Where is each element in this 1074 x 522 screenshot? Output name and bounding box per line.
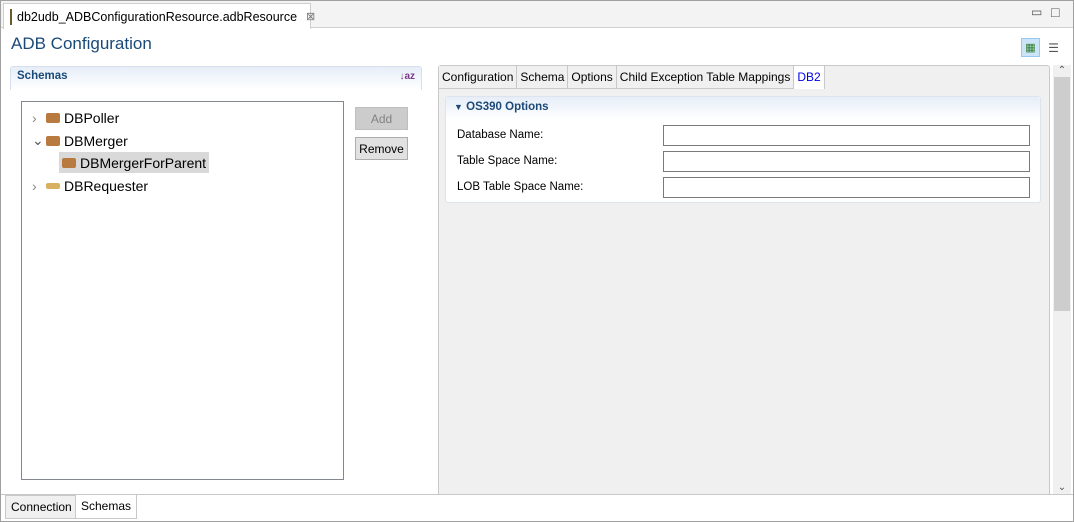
adapter-icon (46, 135, 60, 146)
database-name-label: Database Name: (457, 129, 544, 141)
bottom-tab-connection[interactable]: Connection (5, 495, 78, 519)
resource-file-icon (10, 8, 12, 25)
page-title: ADB Configuration (11, 34, 152, 53)
list-layout-icon[interactable]: ☰ (1044, 38, 1063, 57)
os390-header-label: OS390 Options (466, 101, 549, 113)
adapter-icon (62, 157, 76, 168)
scroll-down-arrow[interactable]: ⌄ (1053, 482, 1071, 493)
tab-schema[interactable]: Schema (517, 66, 569, 89)
schemas-header-label: Schemas (17, 70, 68, 82)
expand-icon[interactable]: › (32, 178, 42, 194)
remove-button[interactable]: Remove (355, 137, 408, 160)
form-layout-icon[interactable]: ▦ (1021, 38, 1040, 57)
details-tabs: Configuration Schema Options Child Excep… (439, 66, 825, 89)
tree-item-label: DBPoller (64, 109, 120, 126)
bottom-divider (1, 494, 1073, 495)
minimize-button[interactable]: ▭ (1031, 5, 1042, 19)
tree-item-dbpoller[interactable]: › DBPoller (32, 107, 119, 128)
maximize-button[interactable]: □ (1051, 4, 1059, 20)
scroll-up-arrow[interactable]: ⌃ (1053, 65, 1071, 77)
collapse-triangle-icon[interactable]: ▼ (454, 102, 463, 112)
os390-options-header[interactable]: ▼ OS390 Options (446, 97, 1040, 119)
close-icon[interactable]: ⊠ (306, 10, 315, 23)
requester-icon (46, 182, 60, 189)
sort-alpha-icon[interactable]: ↓az (399, 71, 415, 82)
add-button[interactable]: Add (355, 107, 408, 130)
database-name-input[interactable] (663, 125, 1030, 146)
bottom-tab-schemas[interactable]: Schemas (75, 495, 138, 519)
tree-item-label: DBRequester (64, 177, 149, 194)
tab-options[interactable]: Options (568, 66, 617, 89)
tree-item-label: DBMergerForParent (80, 154, 207, 171)
vertical-scrollbar[interactable]: ⌃ ⌄ (1053, 65, 1071, 495)
editor-tab-title: db2udb_ADBConfigurationResource.adbResou… (17, 9, 298, 24)
schemas-section-header: Schemas ↓az (10, 66, 422, 90)
expand-icon[interactable]: › (32, 110, 42, 126)
schema-tree[interactable]: › DBPoller ⌄ DBMerger DBMergerForParent › D… (21, 101, 344, 480)
adapter-icon (46, 112, 60, 123)
tree-item-dbrequester[interactable]: › DBRequester (32, 175, 148, 196)
tree-item-label: DBMerger (64, 132, 128, 149)
lob-table-space-name-label: LOB Table Space Name: (457, 181, 584, 193)
lob-table-space-name-input[interactable] (663, 177, 1030, 198)
table-space-name-input[interactable] (663, 151, 1030, 172)
collapse-icon[interactable]: ⌄ (32, 132, 44, 149)
tab-db2[interactable]: DB2 (794, 66, 825, 89)
tree-item-dbmerger[interactable]: ⌄ DBMerger (32, 130, 128, 151)
tab-configuration[interactable]: Configuration (439, 66, 518, 89)
table-space-name-label: Table Space Name: (457, 155, 558, 167)
tab-child-exception-table-mappings[interactable]: Child Exception Table Mappings (616, 66, 795, 89)
scroll-thumb[interactable] (1054, 77, 1070, 311)
editor-tab[interactable]: db2udb_ADBConfigurationResource.adbResou… (3, 3, 315, 29)
tree-item-dbmergerforparent[interactable]: DBMergerForParent (59, 152, 210, 173)
